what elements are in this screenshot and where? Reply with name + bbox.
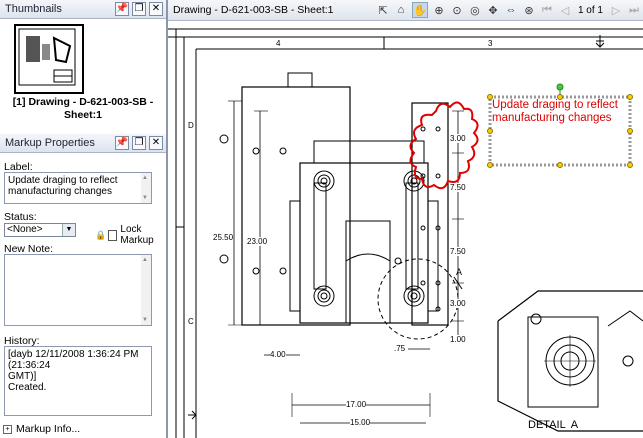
page-indicator: 1 of 1	[577, 4, 603, 16]
zoom-icon[interactable]: ⊕	[432, 3, 446, 17]
restore-icon[interactable]: ❐	[132, 2, 146, 16]
first-page-icon[interactable]: ⏮	[540, 3, 554, 17]
markup-properties-title: Markup Properties	[5, 137, 95, 149]
dimension-15-00: 15.00	[350, 418, 371, 427]
prev-page-icon[interactable]: ◁	[558, 3, 572, 17]
history-line2: GMT)]	[8, 371, 37, 382]
document-toolbar: Drawing - D-621-003-SB - Sheet:1 ⇱ ⌂ ✋ ⊕…	[168, 0, 643, 21]
zone-label-d: D	[188, 121, 194, 130]
pin-icon[interactable]: 📌	[115, 2, 129, 16]
lock-markup-control[interactable]: 🔒 Lock Markup	[95, 224, 166, 246]
lock-label: Lock Markup	[120, 224, 154, 246]
dimension-1-00: 1.00	[450, 335, 466, 344]
dimension-7-50-b: 7.50	[450, 247, 466, 256]
navigate-icon[interactable]: ⇔	[504, 3, 518, 17]
drawing-svg	[168, 28, 643, 438]
thumbnails-header: Thumbnails 📌 ❐ ✕	[0, 0, 166, 19]
dimension-3-00-top: 3.00	[450, 134, 466, 143]
history-box: [dayb 12/11/2008 1:36:24 PM (21:36:24 GM…	[4, 346, 152, 416]
status-value: <None>	[7, 224, 43, 235]
markup-text-line2: manufacturing changes	[492, 112, 612, 124]
document-title: Drawing - D-621-003-SB - Sheet:1	[173, 4, 334, 16]
zone-label-3: 3	[488, 39, 493, 48]
left-panel: Thumbnails 📌 ❐ ✕ [1] Drawing - D-621-003…	[0, 0, 168, 438]
thumbnail-caption: [1] Drawing - D-621-003-SB - Sheet:1	[0, 96, 166, 122]
next-page-icon[interactable]: ▷	[609, 3, 623, 17]
pan-hand-icon[interactable]: ✋	[411, 2, 428, 18]
label-value: Update draging to reflect manufacturing …	[8, 175, 118, 197]
dimension-25-50: 25.50	[213, 233, 234, 242]
zone-label-4: 4	[276, 39, 281, 48]
markup-text-line1: Update draging to reflect	[492, 99, 618, 111]
close-icon[interactable]: ✕	[149, 136, 163, 150]
dimension-4-00: 4.00	[270, 350, 286, 359]
history-line1: [dayb 12/11/2008 1:36:24 PM (21:36:24	[8, 349, 139, 371]
dimension-23-00: 23.00	[247, 237, 268, 246]
dimension-17-00: 17.00	[346, 400, 367, 409]
history-line3: Created.	[8, 382, 47, 393]
markup-info-link[interactable]: + Markup Info...	[3, 423, 80, 435]
close-icon[interactable]: ✕	[149, 2, 163, 16]
lock-icon: 🔒	[95, 229, 107, 240]
lock-checkbox[interactable]	[108, 229, 118, 241]
thumbnail-page-1[interactable]	[14, 24, 84, 94]
rotate-icon[interactable]: ✥	[486, 3, 500, 17]
detail-a-label: DETAIL A	[528, 419, 579, 431]
label-scrollbar[interactable]	[141, 173, 151, 203]
thumbnail-caption-line1: [1] Drawing - D-621-003-SB -	[12, 96, 154, 108]
status-heading: Status:	[4, 211, 37, 223]
zone-label-c: C	[188, 317, 194, 326]
dimension-0-75: .75	[394, 344, 406, 353]
status-select[interactable]: <None> ▼	[4, 223, 76, 237]
new-note-textarea[interactable]	[4, 254, 152, 326]
thumbnails-title: Thumbnails	[5, 3, 62, 15]
detail-callout-letter: A	[456, 267, 463, 277]
markup-properties-header: Markup Properties 📌 ❐ ✕	[0, 134, 166, 153]
thumbnail-caption-line2: Sheet:1	[64, 109, 102, 121]
select-cursor-icon[interactable]: ⇱	[376, 3, 390, 17]
view-options-icon[interactable]: ⊛	[522, 3, 536, 17]
markup-info-label: Markup Info...	[16, 423, 81, 435]
dimension-7-50-a: 7.50	[450, 183, 466, 192]
new-note-scrollbar[interactable]	[141, 255, 151, 325]
home-icon[interactable]: ⌂	[394, 3, 408, 17]
dimension-3-00-bottom: 3.00	[450, 299, 466, 308]
restore-icon[interactable]: ❐	[132, 136, 146, 150]
zoom-area-icon[interactable]: ⊙	[450, 3, 464, 17]
label-textarea[interactable]: Update draging to reflect manufacturing …	[4, 172, 152, 204]
chevron-down-icon[interactable]: ▼	[62, 224, 75, 236]
last-page-icon[interactable]: ⏭	[627, 3, 641, 17]
pin-icon[interactable]: 📌	[115, 136, 129, 150]
markup-text-box[interactable]: Update draging to reflect manufacturing …	[492, 99, 628, 163]
zoom-fit-icon[interactable]: ◎	[468, 3, 482, 17]
expand-icon[interactable]: +	[3, 424, 12, 434]
drawing-canvas[interactable]: 4 3 D C 25.50 23.00 3.00 7.50 7.50 3.00 …	[168, 21, 643, 438]
